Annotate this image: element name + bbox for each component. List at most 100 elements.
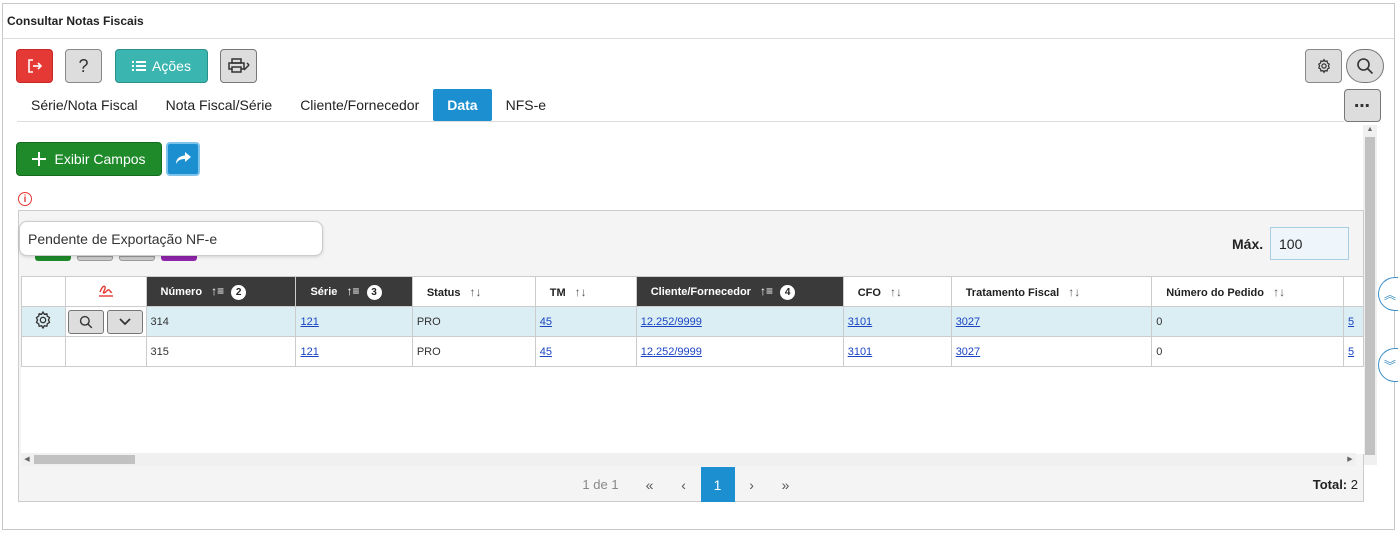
scroll-up-icon[interactable]: ▲ — [1363, 125, 1377, 135]
cliente-link[interactable]: 12.252/9999 — [641, 346, 702, 358]
column-header-serie[interactable]: Série ↑≡ 3 — [295, 276, 413, 307]
cfo-link[interactable]: 3101 — [848, 346, 872, 358]
sort-order-badge: 4 — [780, 284, 796, 300]
row-search-button[interactable] — [67, 309, 104, 334]
header-sign — [64, 276, 147, 307]
signature-icon — [98, 285, 113, 297]
status-filter-gray-1[interactable] — [77, 256, 113, 261]
column-header-tratamento-fiscal[interactable]: Tratamento Fiscal ↑↓ — [950, 276, 1153, 307]
exibir-campos-button[interactable]: Exibir Campos — [16, 142, 162, 176]
share-button[interactable] — [166, 142, 200, 176]
column-label: Número — [160, 285, 203, 298]
cell-pedido: 0 — [1151, 336, 1345, 367]
prev-page-button[interactable]: ‹ — [667, 467, 701, 502]
cell-pedido: 0 — [1151, 306, 1345, 337]
column-header-tm[interactable]: TM ↑↓ — [534, 276, 637, 307]
horizontal-scrollbar[interactable]: ◀ ▶ — [21, 453, 1356, 466]
help-button[interactable]: ? — [65, 49, 102, 83]
settings-button[interactable] — [1305, 49, 1342, 83]
max-input[interactable] — [1270, 227, 1349, 260]
status-filter-green[interactable] — [35, 256, 71, 261]
pagination: 1 de 1 « ‹ 1 › » Total: 2 — [21, 467, 1364, 502]
tab-label: NFS-e — [505, 97, 547, 113]
tab-data[interactable]: Data — [433, 89, 492, 121]
cliente-link[interactable]: 12.252/9999 — [641, 316, 702, 328]
serie-link[interactable]: 121 — [300, 346, 318, 358]
header-settings — [21, 276, 66, 307]
first-page-button[interactable]: « — [633, 467, 667, 502]
cell-tm: 45 — [534, 306, 637, 337]
gear-icon — [1317, 58, 1330, 74]
extra-link[interactable]: 5 — [1348, 316, 1354, 328]
status-filter-purple[interactable] — [161, 256, 197, 261]
column-header-numero-pedido[interactable]: Número do Pedido ↑↓ — [1151, 276, 1345, 307]
window-title: Consultar Notas Fiscais — [7, 14, 144, 28]
sort-asc-icon: ↑≡ — [346, 283, 360, 298]
row-settings-cell — [21, 336, 66, 367]
search-icon — [1357, 58, 1374, 75]
sort-asc-icon: ↑≡ — [760, 283, 774, 298]
vertical-scrollbar[interactable]: ▲ — [1363, 125, 1377, 465]
tab-nota-fiscal-serie[interactable]: Nota Fiscal/Série — [152, 89, 287, 121]
sort-icon: ↑↓ — [574, 284, 587, 299]
extra-link[interactable]: 5 — [1348, 346, 1354, 358]
tab-bar: Série/Nota Fiscal Nota Fiscal/Série Clie… — [17, 89, 560, 121]
row-settings-cell[interactable] — [21, 306, 66, 337]
cell-numero: 315 — [145, 336, 297, 367]
table-row[interactable]: 314 121 PRO 45 12.252/9999 3101 3027 0 5 — [21, 306, 1364, 337]
tab-cliente-fornecedor[interactable]: Cliente/Fornecedor — [286, 89, 433, 121]
page-button-current[interactable]: 1 — [700, 467, 735, 502]
tooltip-text: Pendente de Exportação NF-e — [28, 230, 218, 247]
print-icon — [227, 58, 250, 73]
row-expand-button[interactable] — [106, 309, 143, 334]
scroll-left-icon[interactable]: ◀ — [21, 453, 33, 466]
tab-label: Cliente/Fornecedor — [300, 97, 420, 113]
tab-label: Data — [447, 97, 478, 113]
total-count: Total: 2 — [1313, 477, 1358, 492]
column-header-cliente-fornecedor[interactable]: Cliente/Fornecedor ↑≡ 4 — [635, 276, 844, 307]
cell-extra: 5 — [1343, 306, 1364, 337]
gear-icon[interactable] — [33, 310, 53, 330]
sort-icon: ↑↓ — [469, 284, 482, 299]
exibir-campos-label: Exibir Campos — [54, 151, 146, 167]
cell-serie: 121 — [295, 336, 413, 367]
more-options-button[interactable]: ⋯ — [1344, 89, 1381, 122]
tm-link[interactable]: 45 — [540, 346, 552, 358]
tab-serie-nota-fiscal[interactable]: Série/Nota Fiscal — [17, 89, 152, 121]
scrollbar-thumb[interactable] — [34, 455, 135, 464]
tab-label: Série/Nota Fiscal — [31, 97, 138, 113]
table-row[interactable]: 315 121 PRO 45 12.252/9999 3101 3027 0 5 — [21, 336, 1364, 367]
last-page-button[interactable]: » — [769, 467, 803, 502]
column-header-status[interactable]: Status ↑↓ — [411, 276, 536, 307]
scroll-right-icon[interactable]: ▶ — [1344, 453, 1356, 466]
status-filter-buttons — [35, 256, 197, 261]
cfo-link[interactable]: 3101 — [848, 316, 872, 328]
table-header-row: Número ↑≡ 2 Série ↑≡ 3 Status ↑↓ TM ↑↓ C… — [21, 276, 1364, 307]
cell-status: PRO — [411, 336, 536, 367]
sort-icon: ↑↓ — [1068, 284, 1081, 299]
tratamento-link[interactable]: 3027 — [956, 316, 980, 328]
results-table: Número ↑≡ 2 Série ↑≡ 3 Status ↑↓ TM ↑↓ C… — [21, 276, 1364, 367]
column-header-cfo[interactable]: CFO ↑↓ — [842, 276, 952, 307]
print-button[interactable] — [220, 49, 257, 83]
column-label: Número do Pedido — [1166, 286, 1264, 299]
column-label: Cliente/Fornecedor — [650, 285, 751, 298]
info-icon[interactable]: i — [18, 192, 32, 206]
tratamento-link[interactable]: 3027 — [956, 346, 980, 358]
column-label: Série — [310, 285, 338, 298]
exit-button[interactable] — [16, 49, 53, 83]
scrollbar-thumb[interactable] — [1365, 137, 1375, 455]
tooltip: Pendente de Exportação NF-e — [19, 221, 323, 256]
tm-link[interactable]: 45 — [540, 316, 552, 328]
column-header-numero[interactable]: Número ↑≡ 2 — [145, 276, 297, 307]
status-filter-gray-2[interactable] — [119, 256, 155, 261]
tab-nfs-e[interactable]: NFS-e — [492, 89, 560, 121]
plus-icon — [32, 152, 47, 166]
next-page-button[interactable]: › — [735, 467, 769, 502]
serie-link[interactable]: 121 — [300, 316, 318, 328]
title-bar: Consultar Notas Fiscais — [3, 4, 1394, 39]
cell-tm: 45 — [534, 336, 637, 367]
search-button[interactable] — [1346, 49, 1384, 83]
acoes-button[interactable]: Ações — [115, 49, 208, 83]
column-label: TM — [549, 286, 566, 299]
